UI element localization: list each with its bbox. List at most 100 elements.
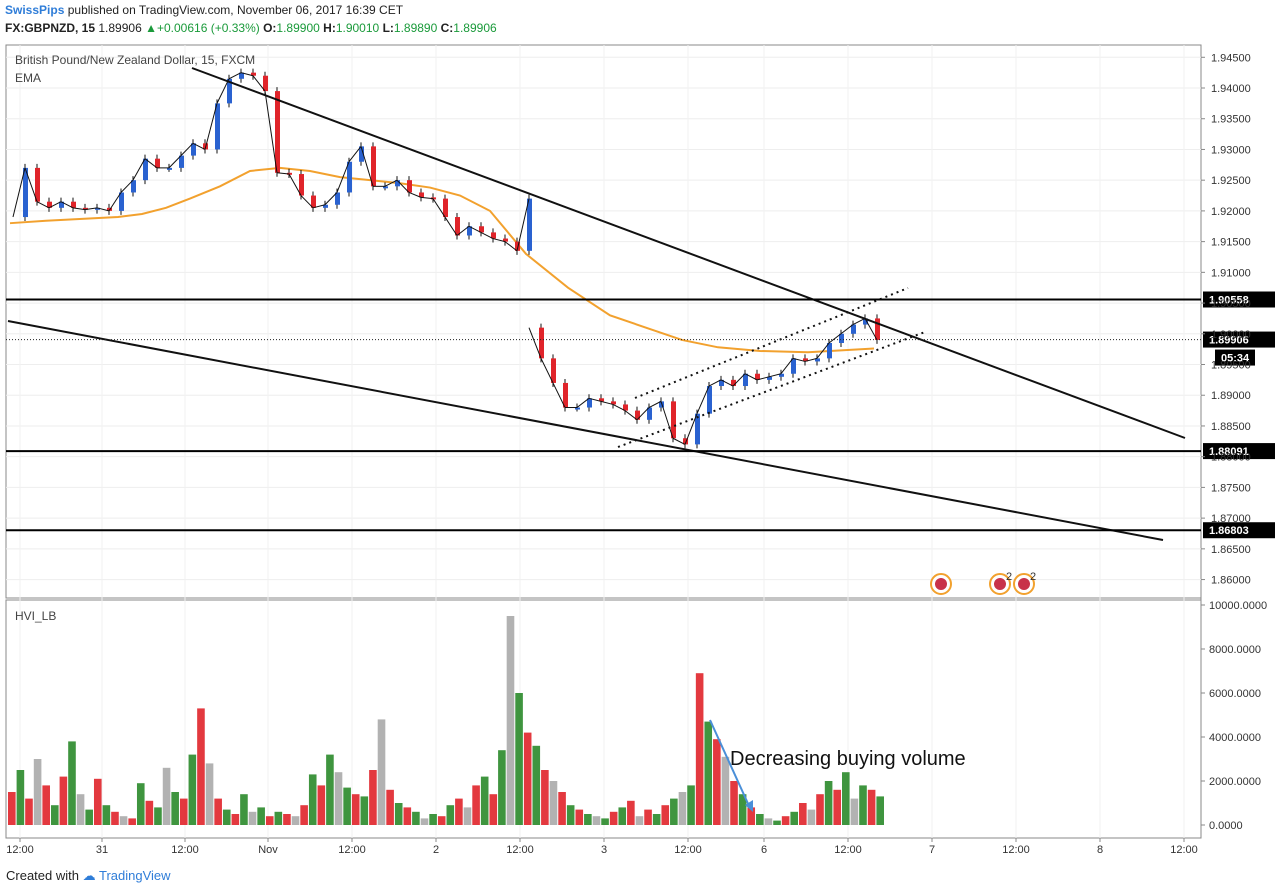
- time-tick-label: 12:00: [1002, 844, 1030, 856]
- volume-bar: [695, 673, 704, 825]
- volume-bar: [652, 814, 661, 825]
- volume-bar: [334, 772, 343, 825]
- volume-bar: [773, 820, 781, 825]
- price-tick-label: 1.89000: [1211, 390, 1251, 402]
- volume-bar: [188, 754, 197, 825]
- price-tick-label: 1.90500: [1211, 298, 1251, 310]
- volume-bar: [541, 770, 549, 825]
- nz-event-flag-icon-inner: [1018, 578, 1030, 590]
- volume-bar: [661, 805, 670, 825]
- time-tick-label: 3: [601, 844, 607, 856]
- footer: Created with ☁ TradingView: [6, 868, 171, 884]
- volume-bar: [68, 741, 76, 825]
- uk-event-flag-icon-inner: [994, 578, 1006, 590]
- volume-bar: [308, 774, 317, 825]
- chart-title: British Pound/New Zealand Dollar, 15, FX…: [15, 53, 255, 67]
- volume-bar: [781, 816, 790, 825]
- volume-bar: [472, 785, 480, 825]
- volume-bar: [274, 811, 283, 825]
- level-tag-label: 1.86803: [1209, 525, 1249, 537]
- volume-bar: [231, 814, 240, 825]
- volume-bar: [283, 814, 291, 825]
- price-tick-label: 1.94000: [1211, 83, 1251, 95]
- uk-event-flag-icon-inner: [935, 578, 947, 590]
- price-tick-label: 1.88500: [1211, 421, 1251, 433]
- volume-axis[interactable]: 10000.0000 8000.0000 6000.0000 4000.0000 200…: [1201, 600, 1267, 832]
- volume-bar: [824, 781, 833, 825]
- volume-bar: [515, 693, 523, 825]
- volume-bar: [713, 739, 721, 825]
- volume-bar: [876, 796, 884, 825]
- created-with-label: Created with: [6, 868, 79, 883]
- price-tick-label: 1.93500: [1211, 114, 1251, 126]
- time-tick-label: 12:00: [834, 844, 862, 856]
- volume-bar: [506, 616, 515, 825]
- volume-bar: [257, 807, 265, 825]
- candle-up: [215, 103, 220, 150]
- price-tick-label: 1.93000: [1211, 144, 1251, 156]
- volume-bar: [377, 719, 386, 825]
- volume-bar: [50, 805, 59, 825]
- volume-bar: [222, 809, 231, 825]
- volume-bar: [489, 794, 498, 825]
- volume-bar: [592, 816, 601, 825]
- volume-bar: [360, 796, 369, 825]
- volume-bar: [240, 794, 248, 825]
- tradingview-cloud-icon: ☁: [82, 868, 96, 883]
- price-tick-label: 1.88000: [1211, 452, 1251, 464]
- time-tick-label: 12:00: [1170, 844, 1198, 856]
- event-count-label: 2: [1006, 571, 1012, 583]
- price-tick-label: 1.86500: [1211, 544, 1251, 556]
- time-tick-label: 2: [433, 844, 439, 856]
- chart-area[interactable]: 1.905581.880911.868031.8990605:34 1.9450…: [0, 0, 1280, 894]
- volume-bar: [197, 708, 205, 825]
- time-tick-label: 12:00: [338, 844, 366, 856]
- volume-bar: [867, 789, 876, 825]
- volume-bar: [833, 789, 842, 825]
- volume-bar: [532, 745, 541, 825]
- volume-bar: [790, 811, 799, 825]
- volume-bar: [644, 809, 652, 825]
- volume-bar: [584, 814, 592, 825]
- time-tick-label: 6: [761, 844, 767, 856]
- candle-down: [275, 91, 280, 173]
- volume-bar: [16, 770, 25, 825]
- volume-bar: [429, 814, 437, 825]
- volume-bar: [842, 772, 850, 825]
- volume-bar: [480, 776, 489, 825]
- tradingview-link[interactable]: TradingView: [99, 868, 171, 883]
- event-flags[interactable]: 22: [930, 571, 1036, 595]
- volume-bar: [446, 805, 455, 825]
- horizontal-levels[interactable]: 1.905581.880911.868031.8990605:34: [6, 291, 1275, 539]
- volume-bar: [601, 818, 609, 825]
- volume-bar: [566, 805, 575, 825]
- volume-bar: [463, 807, 472, 825]
- ema-series: [9, 166, 875, 354]
- price-axis[interactable]: 1.94500 1.94000 1.93500 1.93000 1.92500 1.920…: [1201, 52, 1251, 587]
- price-tick-label: 1.86000: [1211, 575, 1251, 587]
- ema-legend[interactable]: EMA: [15, 71, 41, 85]
- volume-bar: [627, 800, 635, 825]
- volume-bar: [618, 807, 627, 825]
- grid-lines: [6, 45, 1201, 838]
- volume-bar: [248, 811, 257, 825]
- volume-bar: [351, 794, 360, 825]
- volume-bar: [850, 798, 859, 825]
- volume-bar: [369, 770, 377, 825]
- volume-bar: [394, 803, 403, 825]
- candle-down: [671, 401, 676, 439]
- candle-up: [527, 198, 532, 251]
- volume-bar: [111, 811, 119, 825]
- price-tick-label: 1.91000: [1211, 267, 1251, 279]
- volume-legend[interactable]: HVI_LB: [15, 609, 56, 623]
- volume-bar: [420, 818, 429, 825]
- volume-bar: [678, 792, 687, 825]
- time-tick-label: Nov: [258, 844, 278, 856]
- time-axis[interactable]: 12:00 31 12:00 Nov 12:00 2 12:00 3 12:00 6 12:00 7 1…: [6, 838, 1198, 856]
- volume-bar: [523, 732, 532, 825]
- volume-bar: [498, 750, 506, 825]
- time-tick-label: 8: [1097, 844, 1103, 856]
- candle-up: [707, 386, 712, 414]
- volume-bar: [721, 756, 730, 825]
- volume-bar: [549, 781, 558, 825]
